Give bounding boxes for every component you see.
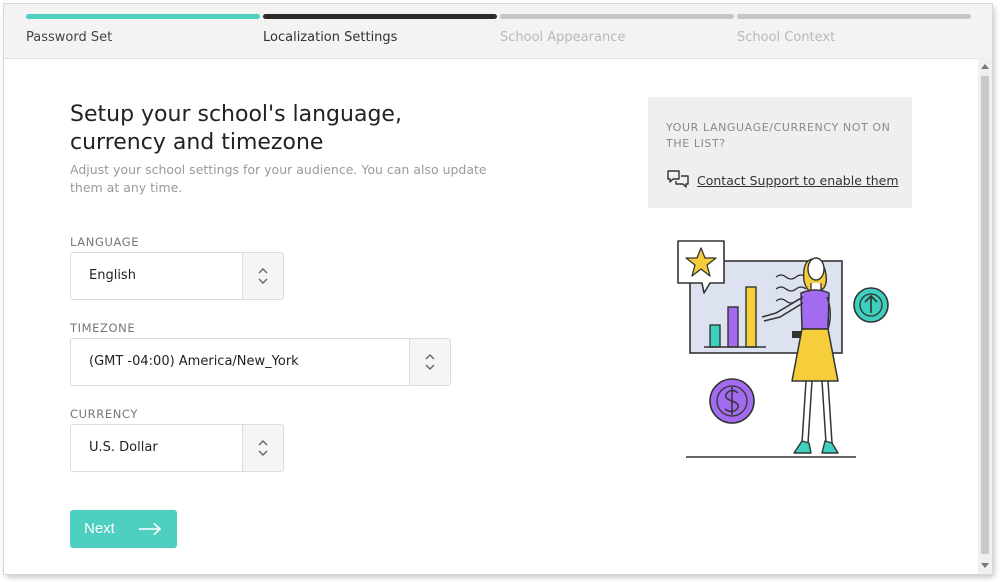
currency-select[interactable]: U.S. Dollar bbox=[70, 424, 284, 472]
step-school-context: School Context bbox=[737, 4, 971, 58]
step-label: School Appearance bbox=[500, 30, 626, 45]
next-button-label: Next bbox=[84, 520, 115, 537]
step-bar bbox=[263, 14, 497, 19]
scroll-down-icon[interactable] bbox=[981, 563, 989, 568]
app-window: Password Set Localization Settings Schoo… bbox=[4, 4, 992, 574]
page-title: Setup your school's language, currency a… bbox=[70, 102, 402, 155]
step-bar bbox=[26, 14, 260, 19]
chevron-up-down-icon bbox=[425, 354, 435, 370]
timezone-label: TIMEZONE bbox=[70, 321, 136, 335]
progress-stepper: Password Set Localization Settings Schoo… bbox=[4, 4, 992, 59]
arrow-right-icon bbox=[139, 522, 162, 536]
step-label: Password Set bbox=[26, 30, 113, 45]
step-password-set: Password Set bbox=[26, 4, 260, 58]
timezone-value: (GMT -04:00) America/New_York bbox=[89, 354, 299, 369]
currency-select-handle[interactable] bbox=[242, 425, 283, 471]
step-label: School Context bbox=[737, 30, 836, 45]
language-select[interactable]: English bbox=[70, 252, 284, 300]
step-school-appearance: School Appearance bbox=[500, 4, 734, 58]
chevron-up-down-icon bbox=[258, 440, 268, 456]
contact-support-link[interactable]: Contact Support to enable them bbox=[697, 173, 899, 188]
step-localization-settings: Localization Settings bbox=[263, 4, 497, 58]
scroll-up-icon[interactable] bbox=[981, 64, 989, 69]
timezone-select[interactable]: (GMT -04:00) America/New_York bbox=[70, 338, 451, 386]
vertical-scrollbar[interactable] bbox=[978, 58, 992, 574]
step-bar bbox=[500, 14, 734, 19]
next-button[interactable]: Next bbox=[70, 510, 177, 548]
currency-label: CURRENCY bbox=[70, 407, 138, 421]
language-label: LANGUAGE bbox=[70, 235, 140, 249]
chevron-up-down-icon bbox=[258, 268, 268, 284]
support-question: YOUR LANGUAGE/CURRENCY NOT ON THE LIST? bbox=[666, 121, 891, 150]
language-select-handle[interactable] bbox=[242, 253, 283, 299]
main-content: Setup your school's language, currency a… bbox=[4, 59, 978, 574]
currency-value: U.S. Dollar bbox=[89, 440, 158, 455]
teacher-presentation-illustration bbox=[677, 240, 889, 458]
chat-bubbles-icon bbox=[667, 170, 689, 188]
step-label: Localization Settings bbox=[263, 30, 398, 45]
timezone-select-handle[interactable] bbox=[409, 339, 450, 385]
page-subtitle: Adjust your school settings for your aud… bbox=[70, 162, 487, 195]
step-bar bbox=[737, 14, 971, 19]
language-value: English bbox=[89, 268, 136, 283]
scrollbar-thumb[interactable] bbox=[981, 76, 989, 554]
support-box: YOUR LANGUAGE/CURRENCY NOT ON THE LIST? … bbox=[648, 97, 912, 208]
